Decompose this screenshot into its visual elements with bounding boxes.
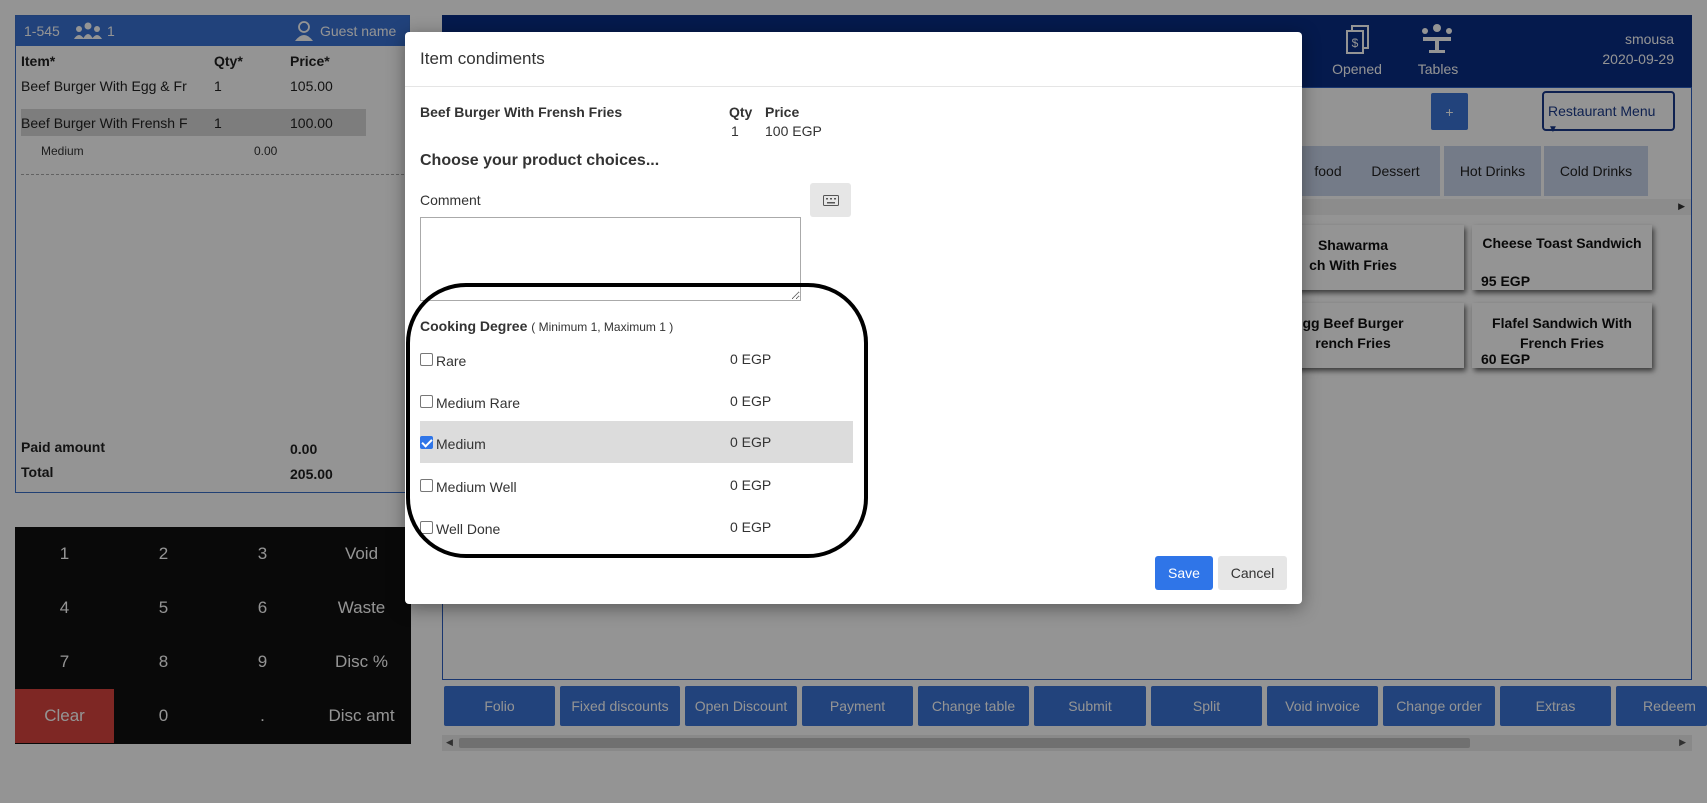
choices-heading: Choose your product choices...	[420, 152, 660, 169]
divider	[405, 86, 1302, 87]
qty-value: 1	[731, 123, 739, 139]
price-value: 100 EGP	[765, 123, 822, 139]
cancel-button[interactable]: Cancel	[1218, 556, 1287, 590]
keyboard-button[interactable]	[810, 183, 851, 217]
dialog-title: Item condiments	[420, 49, 545, 68]
item-name: Beef Burger With Frensh Fries	[420, 104, 623, 120]
price-label: Price	[765, 104, 800, 120]
comment-label: Comment	[420, 192, 481, 208]
annotation-highlight-ring	[406, 283, 868, 558]
qty-label: Qty	[729, 104, 753, 120]
keyboard-icon	[822, 194, 839, 206]
save-button[interactable]: Save	[1155, 556, 1213, 590]
